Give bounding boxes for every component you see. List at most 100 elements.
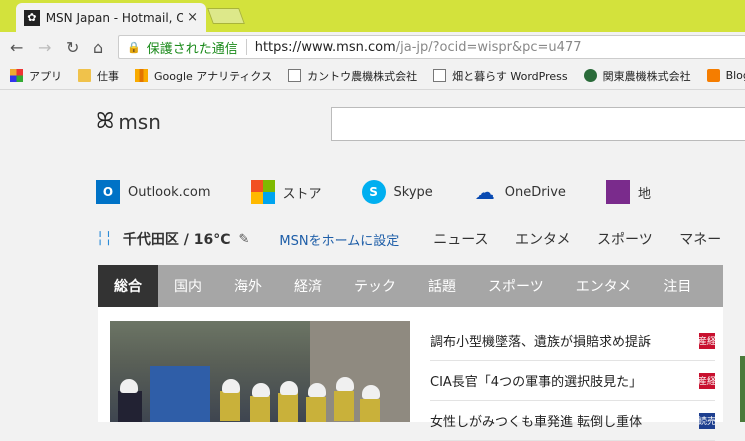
msn-page: ꕤ msn O Outlook.com ストア S Skype ☁ OneDri… <box>0 91 745 441</box>
bookmark-label: アプリ <box>29 69 62 83</box>
bookmark-blog[interactable]: Blog <box>706 69 745 82</box>
source-badge-icon: 産経 <box>698 332 715 349</box>
forward-arrow-icon[interactable]: → <box>38 38 51 57</box>
photo-person <box>278 393 298 422</box>
analytics-icon <box>135 69 148 82</box>
onedrive-cloud-icon: ☁ <box>474 180 495 204</box>
headline-item[interactable]: 女性しがみつくも車発進 転倒し重体 読売 <box>430 401 715 441</box>
app-label: OneDrive <box>504 184 566 200</box>
msn-logo[interactable]: ꕤ msn <box>96 109 161 134</box>
bookmarks-bar: アプリ 仕事 Google アナリティクス カントウ農機株式会社 畑と暮らす W… <box>0 62 745 90</box>
browser-tabstrip: ✿ MSN Japan - Hotmail, Ou × <box>0 0 745 32</box>
tab-title: MSN Japan - Hotmail, Ou <box>45 10 184 25</box>
bookmark-kanto-noki[interactable]: 関東農機株式会社 <box>583 68 691 84</box>
nav-entertainment[interactable]: エンタメ <box>515 232 571 248</box>
app-label: 地 <box>637 186 651 202</box>
edit-pencil-icon[interactable]: ✎ <box>238 232 249 247</box>
bookmark-label: 関東農機株式会社 <box>602 69 691 83</box>
msn-butterfly-icon: ꕤ <box>96 109 115 134</box>
map-icon <box>605 180 630 204</box>
headline-item[interactable]: 調布小型機墜落、遺族が損賠求め提訴 産経 <box>430 321 715 361</box>
photo-person <box>220 391 240 421</box>
headline-item[interactable]: CIA長官「4つの軍事的選択肢見た」 産経 <box>430 361 715 401</box>
apps-grid-icon <box>10 69 23 82</box>
tab-topics[interactable]: 話題 <box>412 265 472 307</box>
app-skype[interactable]: S Skype <box>361 180 433 204</box>
set-homepage-link[interactable]: MSNをホームに設定 <box>279 230 399 249</box>
app-label: ストア <box>282 186 322 202</box>
photo-helmet <box>280 381 298 395</box>
headline-text: 調布小型機墜落、遺族が損賠求め提訴 <box>430 335 652 350</box>
home-icon[interactable]: ⌂ <box>93 38 103 57</box>
tab-world[interactable]: 海外 <box>218 265 278 307</box>
url-host: https://www.msn.com <box>254 39 396 55</box>
source-badge-icon: 読売 <box>698 412 715 429</box>
photo-blue-tarp <box>150 366 210 422</box>
page-icon <box>433 69 447 82</box>
nav-money[interactable]: マネー <box>679 232 721 248</box>
folder-icon <box>78 69 91 82</box>
app-outlook[interactable]: O Outlook.com <box>96 180 211 204</box>
app-onedrive[interactable]: ☁ OneDrive <box>473 180 566 204</box>
omnibox-divider <box>245 39 247 55</box>
bookmark-label: 仕事 <box>97 69 119 83</box>
headline-text: 女性しがみつくも車発進 転倒し重体 <box>430 415 643 430</box>
weather-location[interactable]: 千代田区 / 16°C <box>123 229 231 249</box>
photo-person <box>118 391 142 422</box>
tab-featured[interactable]: 注目 <box>647 265 707 307</box>
nav-news[interactable]: ニュース <box>433 232 488 248</box>
top-nav: ニュース エンタメ スポーツ マネー ラ <box>433 229 745 249</box>
bookmark-label: カントウ農機株式会社 <box>307 69 418 83</box>
bookmark-wordpress[interactable]: 畑と暮らす WordPress <box>433 68 568 84</box>
close-icon[interactable]: × <box>187 10 198 25</box>
bookmark-label: Google アナリティクス <box>154 69 273 83</box>
photo-helmet <box>362 385 380 399</box>
bookmark-kantou[interactable]: カントウ農機株式会社 <box>288 68 417 84</box>
address-bar[interactable]: 🔒 保護された通信 https://www.msn.com/ja-jp/?oci… <box>118 35 745 59</box>
photo-helmet <box>308 383 326 397</box>
tab-sports[interactable]: スポーツ <box>472 265 560 307</box>
search-input[interactable] <box>331 107 745 141</box>
browser-tab-msn[interactable]: ✿ MSN Japan - Hotmail, Ou × <box>16 3 206 32</box>
bookmark-work[interactable]: 仕事 <box>78 68 119 84</box>
tab-tech[interactable]: テック <box>338 265 412 307</box>
bookmark-label: 畑と暮らす WordPress <box>452 69 568 83</box>
tab-general[interactable]: 総合 <box>98 265 158 307</box>
secure-label: 保護された通信 <box>146 41 238 57</box>
logo-text: msn <box>118 109 161 134</box>
photo-helmet <box>222 379 240 393</box>
skype-icon: S <box>361 180 386 204</box>
side-image-edge <box>740 356 745 422</box>
news-card: 総合 国内 海外 経済 テック 話題 スポーツ エンタメ 注目 調布小型機墜落、… <box>98 265 723 441</box>
bookmark-label: Blog <box>725 69 745 82</box>
photo-person <box>360 399 380 422</box>
photo-helmet <box>252 383 270 397</box>
app-store[interactable]: ストア <box>250 180 322 204</box>
bookmark-apps[interactable]: アプリ <box>10 68 62 84</box>
tab-entertainment[interactable]: エンタメ <box>560 265 648 307</box>
photo-person <box>334 391 354 421</box>
tab-economy[interactable]: 経済 <box>278 265 338 307</box>
headline-photo[interactable] <box>110 321 410 422</box>
page-icon <box>288 69 302 82</box>
msn-favicon-icon: ✿ <box>24 9 40 26</box>
photo-helmet <box>120 379 138 393</box>
browser-toolbar: ← → ↻ ⌂ 🔒 保護された通信 https://www.msn.com/ja… <box>0 32 745 62</box>
weather-bar: ╎╎ 千代田区 / 16°C ✎ MSNをホームに設定 ニュース エンタメ スポ… <box>96 227 745 251</box>
headline-text: CIA長官「4つの軍事的選択肢見た」 <box>430 375 643 390</box>
photo-person <box>250 396 270 422</box>
bookmark-google-analytics[interactable]: Google アナリティクス <box>135 68 272 84</box>
blogger-icon <box>706 69 720 82</box>
back-arrow-icon[interactable]: ← <box>10 38 23 57</box>
app-maps[interactable]: 地 <box>605 180 651 204</box>
reload-icon[interactable]: ↻ <box>66 38 79 57</box>
tab-domestic[interactable]: 国内 <box>158 265 218 307</box>
new-tab-button[interactable] <box>207 8 245 24</box>
store-icon <box>250 180 275 204</box>
url-path: /ja-jp/?ocid=wispr&pc=u477 <box>395 39 582 55</box>
app-label: Skype <box>393 184 433 200</box>
nav-sports[interactable]: スポーツ <box>597 232 653 248</box>
photo-person <box>306 397 326 422</box>
headline-list: 調布小型機墜落、遺族が損賠求め提訴 産経 CIA長官「4つの軍事的選択肢見た」 … <box>430 321 715 441</box>
outlook-icon: O <box>96 180 120 204</box>
